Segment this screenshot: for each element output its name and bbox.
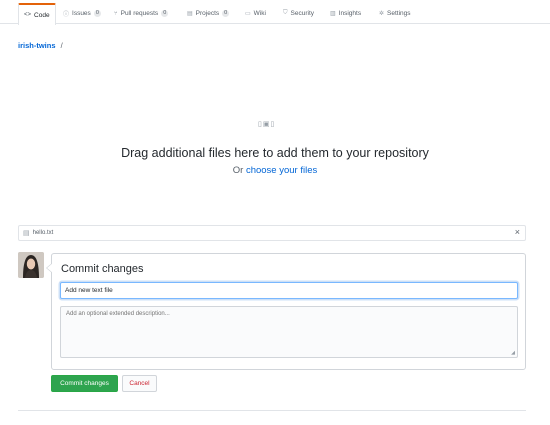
issues-counter: 0 [93, 10, 101, 17]
commit-form-title: Commit changes [61, 263, 144, 275]
avatar [18, 252, 44, 278]
commit-changes-button[interactable]: Commit changes [51, 375, 118, 392]
breadcrumb-repo-link[interactable]: irish-twins [18, 41, 56, 50]
book-icon: ▭ [245, 11, 251, 17]
projects-counter: 0 [222, 10, 230, 17]
graph-icon: ▥ [330, 11, 336, 17]
tab-wiki[interactable]: ▭ Wiki [245, 3, 266, 24]
repo-tab-nav: <> Code ⓘ Issues 0 ⑂ Pull requests 0 ▤ P… [0, 0, 550, 25]
breadcrumb: irish-twins / [18, 41, 63, 50]
cancel-button[interactable]: Cancel [122, 375, 157, 392]
avatar-image [18, 252, 44, 278]
dropzone-subtitle-prefix: Or [232, 165, 244, 176]
breadcrumb-separator: / [60, 41, 63, 50]
tab-issues[interactable]: ⓘ Issues 0 [63, 3, 101, 24]
commit-form: Commit changes ◢ [46, 253, 526, 370]
file-stack-icon: ▯▣▯ [258, 121, 276, 128]
tab-insights-label: Insights [338, 10, 362, 17]
tab-projects[interactable]: ▤ Projects 0 [187, 3, 230, 24]
tab-security-label: Security [290, 10, 314, 17]
divider [18, 410, 526, 411]
commit-summary-input[interactable] [60, 282, 518, 299]
uploaded-file-row: ▤ hello.txt × [18, 225, 526, 241]
tab-wiki-label: Wiki [253, 10, 266, 17]
dropzone-title: Drag additional files here to add them t… [121, 146, 429, 160]
issue-icon: ⓘ [63, 12, 70, 18]
pull-requests-counter: 0 [161, 10, 169, 17]
commit-description-textarea[interactable] [60, 306, 518, 358]
tab-settings[interactable]: ✲ Settings [379, 3, 411, 24]
dropzone-subtitle: Or choose your files [0, 165, 550, 176]
tab-settings-label: Settings [387, 10, 411, 17]
tab-pull-requests-label: Pull requests [120, 10, 159, 17]
tab-issues-label: Issues [72, 10, 91, 17]
choose-files-link[interactable]: choose your files [246, 165, 317, 176]
file-icon: ▤ [23, 230, 30, 237]
tab-security[interactable]: ⛉ Security [283, 3, 314, 24]
remove-file-button[interactable]: × [515, 227, 520, 237]
pull-request-icon: ⑂ [114, 10, 118, 17]
tab-projects-label: Projects [195, 10, 220, 17]
code-icon: <> [24, 12, 32, 18]
uploaded-file-name: hello.txt [32, 230, 54, 236]
shield-icon: ⛉ [283, 10, 288, 16]
resize-grip-icon[interactable]: ◢ [511, 350, 515, 356]
tab-insights[interactable]: ▥ Insights [330, 3, 361, 24]
project-icon: ▤ [187, 11, 193, 17]
tab-code[interactable]: <> Code [18, 3, 56, 25]
tab-pull-requests[interactable]: ⑂ Pull requests 0 [114, 3, 169, 24]
gear-icon: ✲ [379, 11, 385, 17]
tab-code-label: Code [34, 11, 50, 19]
